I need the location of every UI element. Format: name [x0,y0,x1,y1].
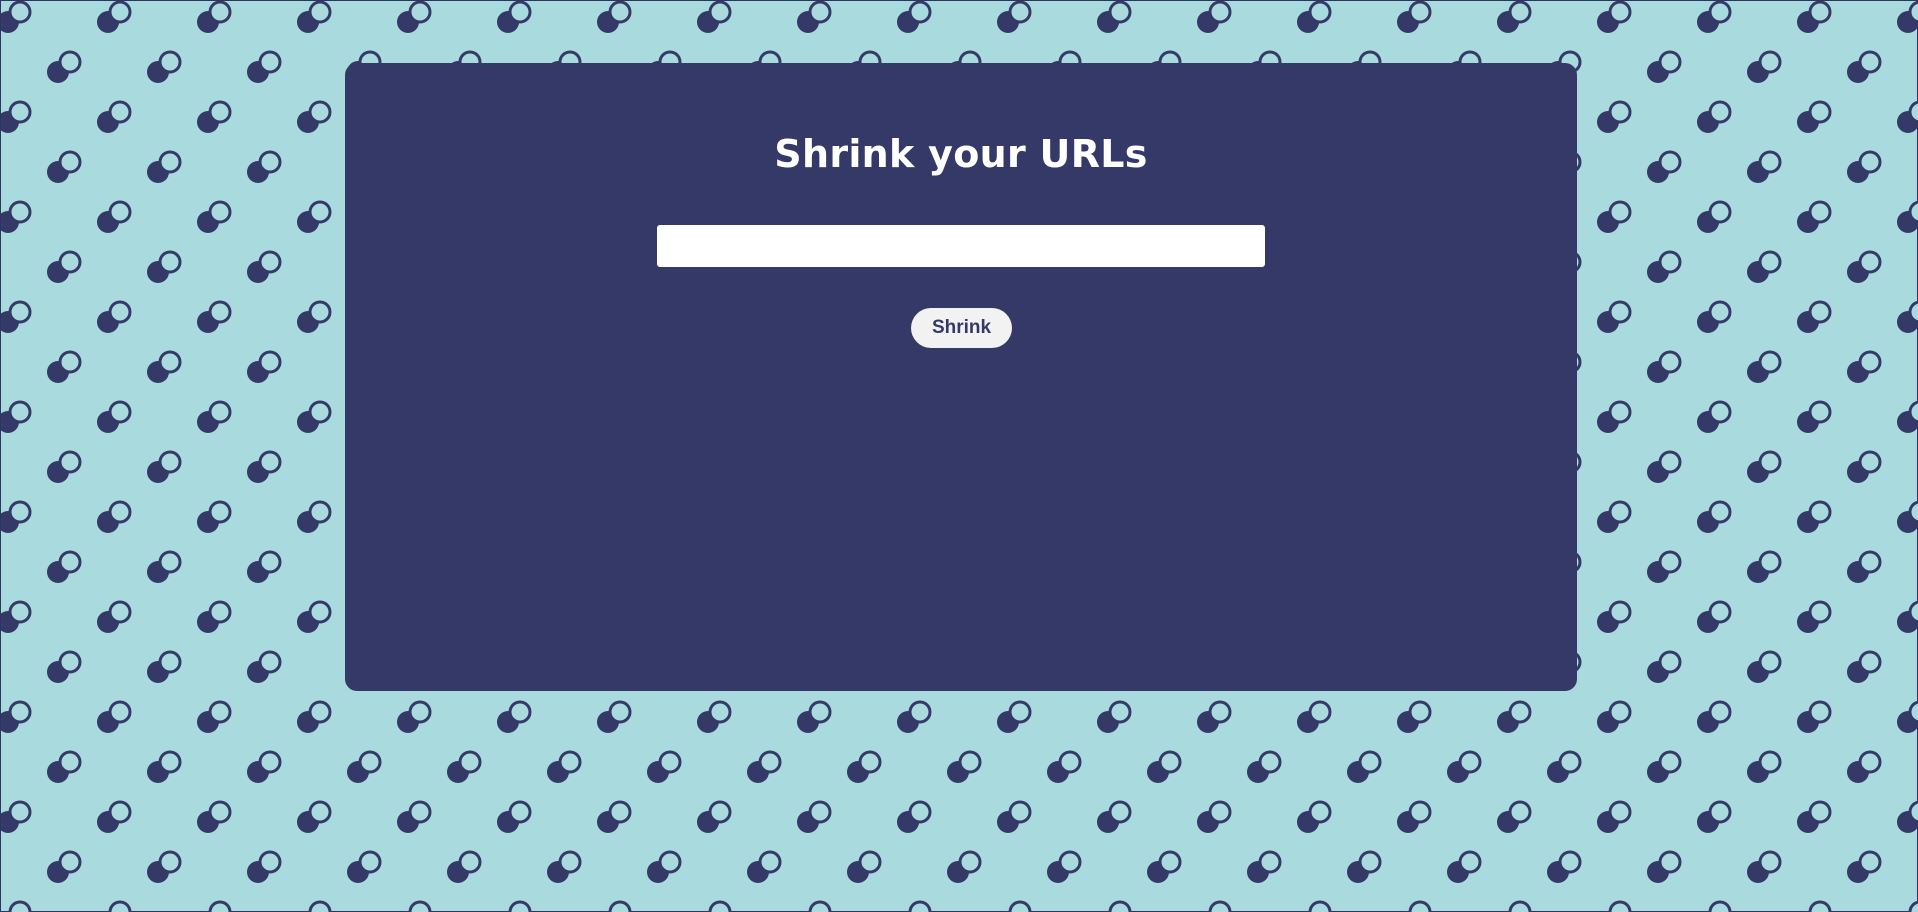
url-input[interactable] [657,225,1265,267]
shrink-button[interactable]: Shrink [911,308,1012,348]
shrink-card: Shrink your URLs Shrink [345,63,1577,691]
page-title: Shrink your URLs [774,132,1148,176]
